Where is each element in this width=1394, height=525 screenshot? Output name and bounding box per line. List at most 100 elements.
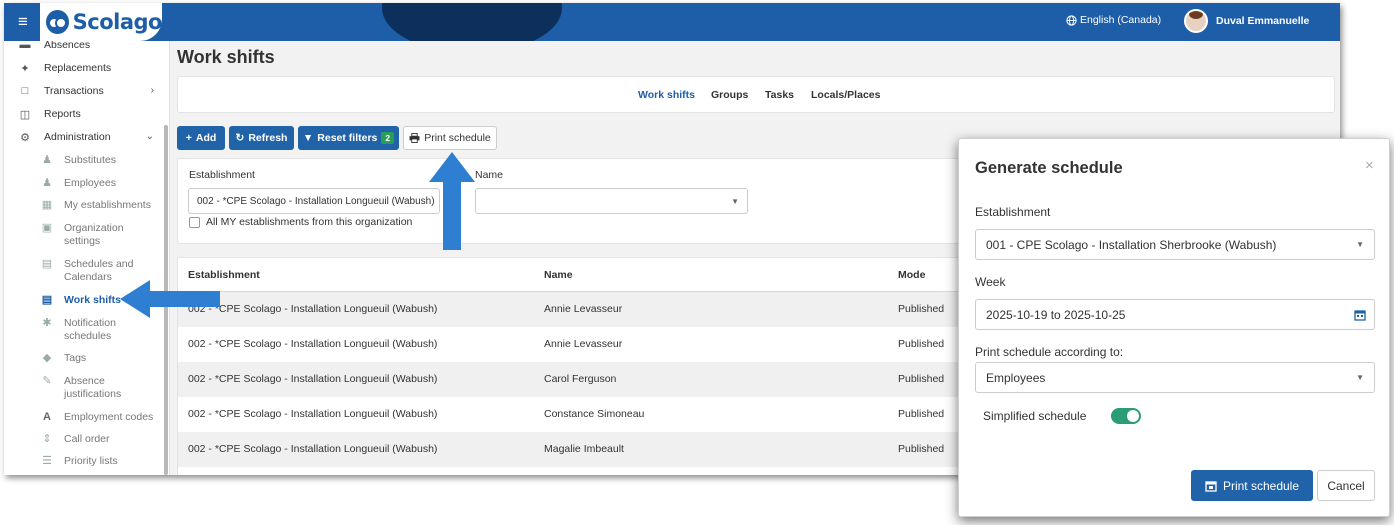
cell-establishment: 002 - *CPE Scolago - Installation Longue… <box>188 373 438 385</box>
sidebar-item-label: Reports <box>44 108 81 120</box>
person-icon: ♟ <box>42 154 52 166</box>
sidebar-item-organization-settings[interactable]: ▣ Organization settings <box>4 222 134 248</box>
dropdown-caret-icon: ▼ <box>731 196 739 206</box>
cell-establishment: 002 - *CPE Scolago - Installation Longue… <box>188 338 438 350</box>
reset-filters-label: Reset filters <box>317 132 378 144</box>
print-according-select[interactable]: Employees ▼ <box>975 362 1375 393</box>
establishment-filter-label: Establishment <box>189 169 255 181</box>
sidebar-item-employment-codes[interactable]: A Employment codes <box>4 411 162 424</box>
sidebar-item-label: Organization settings <box>64 222 124 247</box>
sidebar-item-label: Absences <box>44 41 91 51</box>
sidebar-item-label: Priority lists <box>64 455 118 467</box>
print-schedule-button[interactable]: Print schedule <box>403 126 497 150</box>
sidebar-item-label: Substitutes <box>64 154 116 166</box>
generate-schedule-modal: Generate schedule × Establishment 001 - … <box>958 138 1390 517</box>
chevron-down-icon: ⌄ <box>145 131 154 142</box>
cancel-button[interactable]: Cancel <box>1317 470 1375 501</box>
week-label: Week <box>975 275 1006 289</box>
employment-code-icon: A <box>43 411 51 423</box>
cell-mode: Published <box>898 303 945 315</box>
sidebar-item-substitutes[interactable]: ♟ Substitutes <box>4 154 162 167</box>
calendar-print-icon <box>1205 480 1217 492</box>
print-schedule-submit-button[interactable]: Print schedule <box>1191 470 1313 501</box>
print-according-label: Print schedule according to: <box>975 345 1124 359</box>
simplified-schedule-toggle[interactable] <box>1111 408 1141 424</box>
checkbox-box[interactable] <box>189 216 200 228</box>
modal-establishment-label: Establishment <box>975 205 1051 219</box>
print-schedule-label: Print schedule <box>424 132 491 144</box>
sidebar-item-label: Employment codes <box>64 411 154 423</box>
filter-count-badge: 2 <box>381 132 395 144</box>
sidebar-item-reports[interactable]: ◫ Reports <box>4 108 162 121</box>
replacements-icon: ✦ <box>20 63 30 75</box>
building-icon: ▦ <box>41 199 53 211</box>
left-arrow-annotation <box>120 280 220 318</box>
top-bar: ≡ Scolago English (Canada) Duval Emmanue… <box>4 3 1340 41</box>
tab-locals-places[interactable]: Locals/Places <box>811 89 880 101</box>
sidebar-item-notification-schedules[interactable]: ✱ Notification schedules <box>4 317 134 343</box>
tab-groups[interactable]: Groups <box>711 89 748 101</box>
week-value: 2025-10-19 to 2025-10-25 <box>986 307 1126 322</box>
print-schedule-submit-label: Print schedule <box>1222 478 1300 493</box>
cell-name: Constance Simoneau <box>544 408 645 420</box>
sidebar-item-priority-lists[interactable]: ☰ Priority lists <box>4 455 162 468</box>
globe-icon <box>1066 14 1077 26</box>
sidebar-item-label: Replacements <box>44 62 112 74</box>
sidebar-item-call-order[interactable]: ⇕ Call order <box>4 433 162 446</box>
cell-mode: Published <box>898 408 945 420</box>
sidebar-item-absences[interactable]: ▬ Absences <box>4 41 162 51</box>
sidebar-item-label: Work shifts <box>64 294 121 306</box>
dropdown-caret-icon: ▼ <box>1356 240 1364 249</box>
user-menu[interactable]: Duval Emmanuelle <box>1184 9 1309 33</box>
establishment-filter-select[interactable]: 002 - *CPE Scolago - Installation Longue… <box>188 188 440 214</box>
add-button[interactable]: + Add <box>177 126 225 150</box>
header-decoration <box>382 3 562 41</box>
list-icon: ☰ <box>42 455 52 467</box>
sidebar-item-my-establishments[interactable]: ▦ My establishments <box>4 199 162 212</box>
cell-mode: Published <box>898 373 945 385</box>
calendar-icon[interactable] <box>1354 309 1366 321</box>
absences-icon: ▬ <box>19 41 31 51</box>
tabs-bar: Work shifts Groups Tasks Locals/Places <box>177 76 1335 113</box>
column-header-mode[interactable]: Mode <box>898 269 925 281</box>
print-according-value: Employees <box>986 370 1046 385</box>
language-label: English (Canada) <box>1080 14 1162 26</box>
cell-mode: Published <box>898 338 945 350</box>
hamburger-menu-icon[interactable]: ≡ <box>18 13 34 31</box>
gear-icon: ⚙ <box>20 132 30 144</box>
modal-establishment-select[interactable]: 001 - CPE Scolago - Installation Sherbro… <box>975 229 1375 260</box>
logo[interactable]: Scolago <box>40 3 163 41</box>
column-header-name[interactable]: Name <box>544 269 573 281</box>
cell-name: Annie Levasseur <box>544 338 623 350</box>
sidebar-item-administration[interactable]: ⚙ Administration ⌄ <box>4 131 162 144</box>
modal-title: Generate schedule <box>975 159 1123 177</box>
refresh-label: Refresh <box>248 132 288 144</box>
sidebar-item-replacements[interactable]: ✦ Replacements <box>4 62 162 75</box>
user-name: Duval Emmanuelle <box>1216 15 1310 27</box>
tab-work-shifts[interactable]: Work shifts <box>638 89 695 101</box>
sidebar-item-tags[interactable]: ◆ Tags <box>4 352 162 365</box>
plus-icon: + <box>185 132 192 144</box>
establishment-filter-value: 002 - *CPE Scolago - Installation Longue… <box>197 195 435 207</box>
reset-filters-button[interactable]: ▼ Reset filters 2 <box>298 126 399 150</box>
dropdown-caret-icon: ▼ <box>1356 373 1364 382</box>
sidebar-item-employees[interactable]: ♟ Employees <box>4 177 162 190</box>
cell-establishment: 002 - *CPE Scolago - Installation Longue… <box>188 443 438 455</box>
filter-icon: ▼ <box>302 132 314 144</box>
close-icon[interactable]: × <box>1365 157 1374 174</box>
refresh-button[interactable]: ↻ Refresh <box>229 126 294 150</box>
sidebar-item-label: Absence justifications <box>64 375 122 400</box>
language-selector[interactable]: English (Canada) <box>1066 14 1161 26</box>
week-picker[interactable]: 2025-10-19 to 2025-10-25 <box>975 299 1375 330</box>
printer-icon <box>409 133 420 143</box>
sidebar-item-label: My establishments <box>64 199 151 211</box>
sidebar-item-label: Transactions <box>44 85 104 97</box>
sidebar-item-transactions[interactable]: □ Transactions › <box>4 85 162 97</box>
chevron-right-icon: › <box>150 85 154 96</box>
tab-tasks[interactable]: Tasks <box>765 89 794 101</box>
sidebar-item-absence-justifications[interactable]: ✎ Absence justifications <box>4 375 134 401</box>
people-icon: ♟ <box>42 177 52 189</box>
name-filter-select[interactable]: ▼ <box>475 188 748 214</box>
all-my-establishments-checkbox[interactable]: All MY establishments from this organiza… <box>189 216 412 228</box>
cell-establishment: 002 - *CPE Scolago - Installation Longue… <box>188 408 438 420</box>
